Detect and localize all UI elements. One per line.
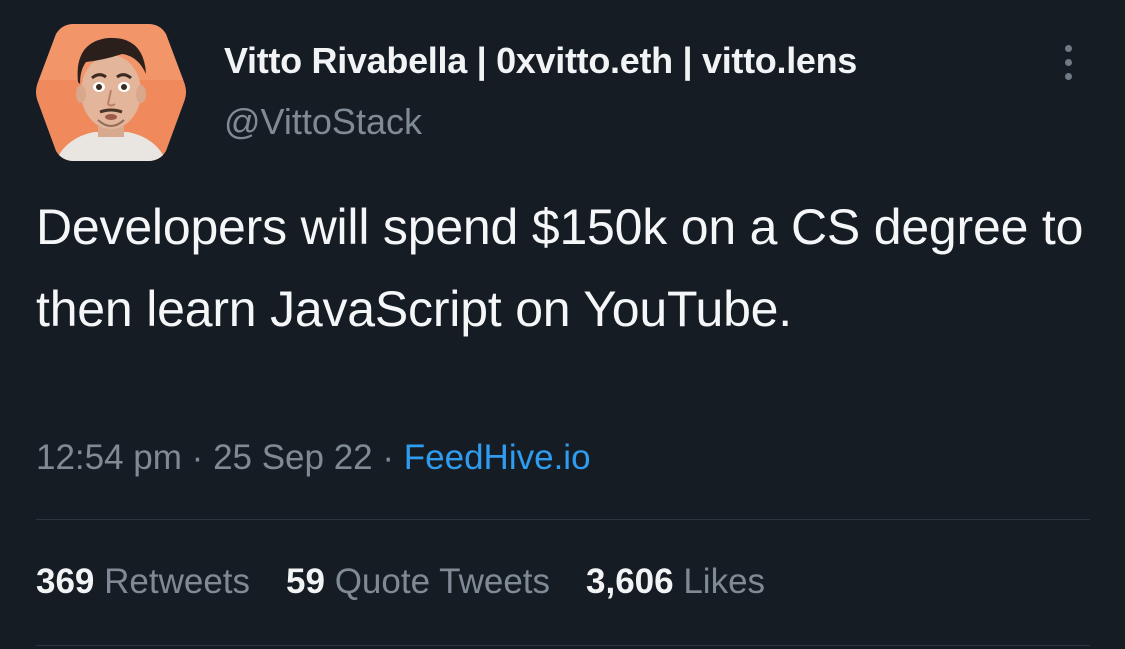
quote-tweets-label: Quote Tweets <box>334 562 551 601</box>
likes-stat[interactable]: 3,606 Likes <box>586 562 765 602</box>
likes-count: 3,606 <box>586 562 684 601</box>
tweet-source-link[interactable]: FeedHive.io <box>404 438 591 477</box>
divider <box>36 519 1090 520</box>
tweet-card: Vitto Rivabella | 0xvitto.eth | vitto.le… <box>0 0 1125 649</box>
meta-separator: · <box>382 438 404 477</box>
likes-label: Likes <box>683 562 766 601</box>
divider-bottom <box>36 645 1090 646</box>
tweet-text: Developers will spend $150k on a CS degr… <box>36 199 1084 337</box>
author-display-name[interactable]: Vitto Rivabella | 0xvitto.eth | vitto.le… <box>224 40 857 82</box>
retweets-label: Retweets <box>104 562 251 601</box>
more-vertical-icon-dot <box>1064 58 1072 66</box>
quote-tweets-count: 59 <box>286 562 335 601</box>
quote-tweets-stat[interactable]: 59 Quote Tweets <box>286 562 550 602</box>
more-options-button[interactable] <box>1050 36 1086 88</box>
more-vertical-icon-dot <box>1064 72 1072 80</box>
avatar[interactable] <box>34 20 188 165</box>
retweets-count: 369 <box>36 562 105 601</box>
more-vertical-icon <box>1064 44 1072 52</box>
tweet-stats: 369 Retweets 59 Quote Tweets 3,606 Likes <box>36 562 801 602</box>
author-handle[interactable]: @VittoStack <box>224 101 422 143</box>
meta-separator: · <box>191 438 214 477</box>
retweets-stat[interactable]: 369 Retweets <box>36 562 250 602</box>
tweet-meta: 12:54 pm · 25 Sep 22 · FeedHive.io <box>36 438 591 478</box>
tweet-time[interactable]: 12:54 pm <box>36 438 182 477</box>
tweet-date[interactable]: 25 Sep 22 <box>213 438 373 477</box>
